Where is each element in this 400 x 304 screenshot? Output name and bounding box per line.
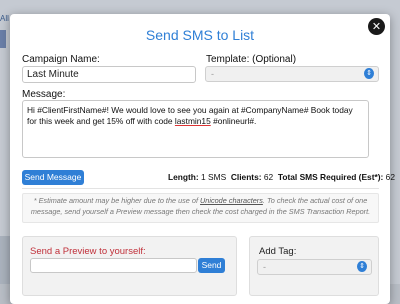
message-code: lastmin15 bbox=[174, 116, 211, 126]
add-tag-select[interactable]: - ⇕ bbox=[257, 259, 372, 275]
clients-value: 62 bbox=[263, 172, 274, 182]
clients-label: Clients: bbox=[230, 172, 262, 182]
message-text-end: #onlineurl#. bbox=[210, 116, 257, 126]
template-select[interactable]: - ⇕ bbox=[205, 66, 379, 82]
total-sms-label: Total SMS Required (Est*): bbox=[277, 172, 384, 182]
preview-label: Send a Preview to yourself: bbox=[30, 246, 146, 257]
campaign-name-input[interactable]: Last Minute bbox=[22, 66, 196, 83]
template-label: Template: (Optional) bbox=[206, 54, 297, 65]
background-tab-label: All bbox=[0, 14, 9, 23]
template-selected-value: - bbox=[211, 69, 214, 79]
preview-phone-input[interactable] bbox=[30, 258, 197, 273]
estimate-note: * Estimate amount may be higher due to t… bbox=[22, 193, 379, 223]
sms-stats: Length: 1 SMS Clients: 62 Total SMS Requ… bbox=[168, 172, 395, 182]
total-sms-value: 62 bbox=[385, 172, 395, 182]
note-text-start: * Estimate amount may be higher due to t… bbox=[33, 196, 201, 205]
divider bbox=[22, 188, 379, 189]
send-message-button[interactable]: Send Message bbox=[22, 170, 84, 185]
add-tag-label: Add Tag: bbox=[259, 246, 297, 257]
length-value: 1 SMS bbox=[201, 172, 227, 182]
message-label: Message: bbox=[22, 89, 66, 100]
length-label: Length: bbox=[168, 172, 199, 182]
campaign-name-label: Campaign Name: bbox=[22, 54, 100, 65]
unicode-characters-link[interactable]: Unicode characters bbox=[200, 196, 263, 205]
chevron-updown-icon: ⇕ bbox=[357, 261, 367, 272]
modal-title: Send SMS to List bbox=[145, 27, 255, 43]
chevron-updown-icon: ⇕ bbox=[364, 68, 374, 79]
preview-send-button[interactable]: Send bbox=[198, 258, 225, 273]
add-tag-selected-value: - bbox=[263, 262, 266, 272]
message-textarea[interactable]: Hi #ClientFirstName#! We would love to s… bbox=[22, 100, 369, 158]
